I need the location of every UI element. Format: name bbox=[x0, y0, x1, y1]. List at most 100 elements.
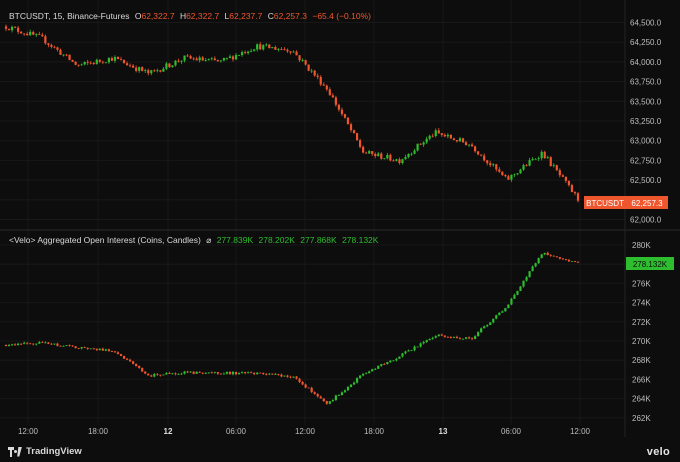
price-candle bbox=[519, 169, 522, 174]
oi-candle bbox=[92, 348, 95, 350]
price-candle bbox=[352, 130, 356, 134]
price-candle bbox=[413, 150, 416, 154]
oi-candle bbox=[325, 401, 328, 404]
price-candle bbox=[464, 142, 468, 146]
price-candle bbox=[186, 55, 189, 57]
oi-candle bbox=[274, 374, 277, 375]
oi-candle bbox=[186, 371, 189, 373]
price-candle bbox=[262, 45, 265, 50]
oi-legend: <Velo> Aggregated Open Interest (Coins, … bbox=[9, 235, 381, 246]
price-tick-label: 62,000.0 bbox=[630, 216, 662, 225]
price-candle bbox=[53, 46, 56, 48]
oi-candle bbox=[528, 271, 531, 278]
oi-candle bbox=[165, 372, 168, 375]
oi-candle bbox=[23, 342, 26, 344]
price-candle bbox=[74, 61, 77, 65]
oi-candle bbox=[265, 374, 268, 375]
oi-candle bbox=[452, 336, 456, 338]
oi-candle bbox=[395, 358, 398, 361]
oi-candle bbox=[62, 345, 65, 347]
time-tick-label: 12 bbox=[164, 427, 173, 436]
price-candle bbox=[250, 50, 253, 52]
oi-candle bbox=[119, 354, 123, 356]
oi-candle bbox=[26, 342, 29, 344]
price-candle bbox=[86, 61, 89, 63]
price-candle bbox=[44, 36, 47, 44]
price-candle bbox=[295, 51, 298, 56]
price-candle bbox=[501, 171, 504, 176]
price-tick-label: 63,500.0 bbox=[630, 97, 662, 106]
price-candle bbox=[89, 62, 92, 64]
price-candle bbox=[225, 57, 229, 59]
oi-candle bbox=[486, 325, 489, 327]
oi-candle bbox=[13, 344, 17, 346]
price-candle bbox=[316, 75, 319, 77]
price-candle bbox=[401, 159, 404, 163]
symbol-title[interactable]: BTCUSDT, 15, Binance-Futures bbox=[9, 11, 129, 21]
price-candle bbox=[138, 67, 141, 71]
oi-candle bbox=[144, 371, 147, 374]
oi-candle bbox=[113, 351, 117, 353]
price-candle bbox=[153, 70, 156, 72]
price-candle bbox=[71, 59, 74, 62]
low-value: 62,237.7 bbox=[229, 11, 263, 21]
oi-candle bbox=[431, 337, 434, 339]
price-candle bbox=[265, 44, 268, 46]
oi-candle bbox=[189, 371, 192, 373]
oi-candle bbox=[107, 349, 110, 352]
oi-candle bbox=[455, 336, 459, 339]
oi-candle bbox=[555, 256, 558, 258]
oi-candle bbox=[477, 332, 480, 337]
oi-candle bbox=[259, 372, 262, 374]
price-candle bbox=[98, 59, 101, 62]
price-candle bbox=[62, 54, 65, 56]
price-candle bbox=[328, 89, 331, 96]
open-value: 62,322.7 bbox=[141, 11, 175, 21]
price-candle bbox=[231, 56, 235, 60]
price-candle bbox=[570, 185, 574, 192]
oi-candle bbox=[183, 371, 186, 374]
oi-candle bbox=[141, 367, 144, 372]
time-axis[interactable]: 12:00 18:00 12 06:00 12:00 18:00 13 06:00 12:00 bbox=[18, 427, 591, 436]
price-tick-label: 64,000.0 bbox=[630, 58, 662, 67]
price-candle bbox=[132, 65, 135, 68]
price-pane[interactable] bbox=[4, 24, 580, 203]
price-candle bbox=[234, 55, 238, 60]
tradingview-logo[interactable]: TradingView bbox=[8, 446, 82, 457]
oi-tick-label: 264K bbox=[632, 395, 651, 404]
price-candle bbox=[486, 160, 489, 164]
price-candle bbox=[83, 61, 86, 65]
oi-candle bbox=[467, 337, 471, 339]
price-candle bbox=[216, 60, 219, 62]
price-candle bbox=[340, 109, 344, 115]
oi-candle bbox=[543, 252, 546, 255]
time-tick-label: 18:00 bbox=[364, 427, 385, 436]
oi-candle bbox=[216, 372, 219, 374]
price-candle bbox=[80, 64, 83, 66]
oi-candle bbox=[95, 348, 98, 351]
oi-pane[interactable] bbox=[4, 251, 580, 405]
oi-candle bbox=[204, 373, 207, 374]
chart-canvas[interactable]: 64,500.0 64,250.0 64,000.0 63,750.0 63,500.0… bbox=[0, 0, 680, 462]
price-candle bbox=[174, 60, 177, 66]
price-candle bbox=[210, 58, 213, 60]
price-candle bbox=[558, 170, 561, 176]
oi-candle bbox=[434, 336, 437, 338]
oi-title[interactable]: <Velo> Aggregated Open Interest (Coins, … bbox=[9, 235, 201, 245]
oi-candle bbox=[368, 371, 371, 374]
price-candle bbox=[446, 134, 449, 137]
oi-candle bbox=[492, 318, 495, 323]
oi-candle bbox=[138, 365, 141, 368]
price-candle bbox=[280, 49, 283, 50]
oi-candle bbox=[573, 261, 577, 262]
price-candle bbox=[495, 164, 498, 170]
price-candle bbox=[346, 117, 350, 125]
price-axis[interactable]: 64,500.0 64,250.0 64,000.0 63,750.0 63,500.0… bbox=[630, 19, 662, 225]
oi-candle bbox=[358, 375, 362, 379]
price-candle bbox=[213, 58, 216, 61]
price-candle bbox=[92, 62, 95, 64]
price-candle bbox=[301, 60, 304, 61]
price-candle bbox=[531, 159, 534, 161]
oi-candle bbox=[419, 343, 422, 347]
oi-candle bbox=[150, 375, 153, 377]
